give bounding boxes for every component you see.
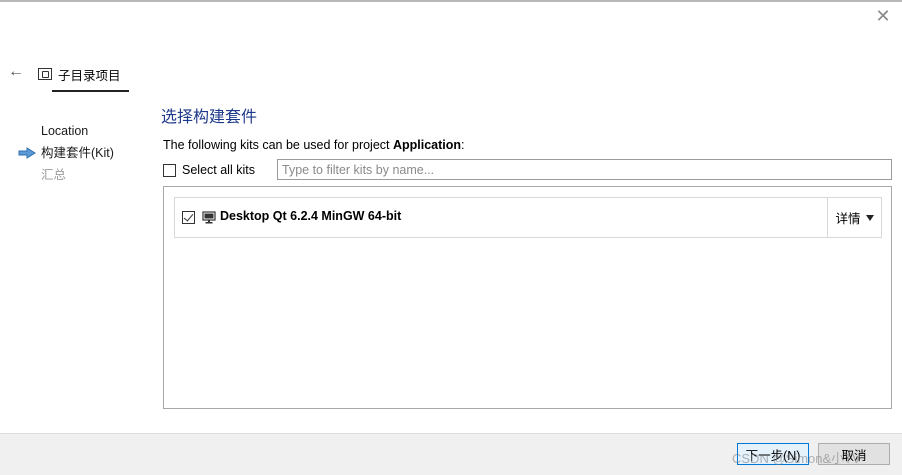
page-title: 选择构建套件 — [161, 109, 258, 126]
chevron-down-icon — [865, 214, 874, 221]
step-label: 构建套件(Kit) — [41, 146, 114, 160]
step-label: 汇总 — [41, 168, 67, 182]
kit-checkbox[interactable] — [182, 211, 195, 224]
kits-list: Desktop Qt 6.2.4 MinGW 64-bit 详情 — [163, 186, 892, 409]
desktop-monitor-icon — [202, 211, 216, 224]
project-icon — [38, 68, 52, 80]
select-all-label: Select all kits — [182, 163, 255, 177]
back-arrow-icon[interactable]: ← — [6, 62, 26, 82]
kit-filter-input[interactable] — [277, 159, 892, 180]
project-name: Application — [392, 138, 462, 152]
kit-name: Desktop Qt 6.2.4 MinGW 64-bit — [220, 209, 402, 223]
select-all-checkbox-box[interactable] — [163, 163, 176, 177]
kits-description-text: The following kits can be used for proje… — [163, 138, 393, 152]
select-all-kits-checkbox[interactable]: Select all kits — [163, 161, 255, 179]
step-summary: 汇总 — [18, 164, 114, 186]
kit-row[interactable]: Desktop Qt 6.2.4 MinGW 64-bit 详情 — [174, 197, 882, 238]
kit-details-label: 详情 — [835, 212, 861, 226]
current-step-arrow-icon — [18, 147, 36, 159]
kits-description-colon: : — [461, 138, 465, 152]
wizard-header: 子目录项目 — [38, 64, 121, 84]
step-kits: 构建套件(Kit) — [18, 142, 114, 164]
next-button[interactable]: 下一步(N) — [737, 443, 809, 465]
close-icon[interactable]: ✕ — [872, 6, 894, 26]
wizard-steps: Location 构建套件(Kit) 汇总 — [18, 120, 114, 186]
wizard-header-title: 子目录项目 — [58, 68, 121, 83]
step-label: Location — [41, 124, 89, 138]
step-location: Location — [18, 120, 114, 142]
cancel-button-label: 取消 — [841, 448, 867, 463]
next-button-label: 下一步(N) — [745, 448, 801, 463]
header-underline — [52, 90, 129, 92]
kit-details-button[interactable]: 详情 — [827, 198, 881, 237]
window-top-edge — [0, 0, 902, 2]
cancel-button[interactable]: 取消 — [818, 443, 890, 465]
kits-description: The following kits can be used for proje… — [163, 138, 465, 152]
